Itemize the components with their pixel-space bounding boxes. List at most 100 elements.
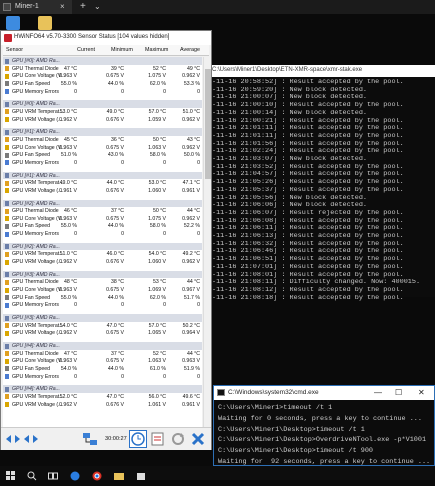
gpu-icon: [5, 173, 9, 179]
windows-icon[interactable]: [6, 468, 16, 480]
sensor-row[interactable]: GPU Memory Errors 0 0 0 0: [3, 159, 202, 167]
current-value: 0.963 V: [59, 358, 77, 365]
tab-close-button[interactable]: ×: [60, 2, 65, 11]
edge-icon[interactable]: [70, 468, 80, 481]
voltage-icon: [5, 287, 9, 293]
sensor-row[interactable]: GPU Core Voltage (V... 0.963 V 0.675 V 1.06…: [3, 357, 202, 365]
sensor-row[interactable]: GPU Fan Speed 54.0 % 44.0 % 61.0 % 51.9 %: [3, 365, 202, 373]
sensor-row[interactable]: GPU VRM Temperat... 51.0 °C 46.0 °C 54.0 °C…: [3, 250, 202, 258]
minimize-button[interactable]: —: [374, 388, 382, 397]
sensor-row[interactable]: GPU Memory Errors 0 0 0 0: [3, 88, 202, 96]
current-value: 0: [74, 88, 77, 95]
store-icon[interactable]: [136, 468, 146, 480]
network-icon[interactable]: [81, 430, 99, 448]
sensor-row[interactable]: GPU VRM Temperat... 49.0 °C 44.0 °C 53.0 °C…: [3, 179, 202, 187]
memory-icon: [5, 302, 9, 308]
sensor-row[interactable]: GPU Thermal Diode 47 °C 39 °C 52 °C 49 °C: [3, 65, 202, 73]
voltage-icon: [5, 188, 9, 194]
current-value: 0.962 V: [59, 330, 77, 337]
sensor-row[interactable]: GPU Core Voltage (V... 0.963 V 0.675 V 1.07…: [3, 215, 202, 223]
sensor-row[interactable]: GPU Fan Speed 51.0 % 43.0 % 58.0 % 50.0 %: [3, 151, 202, 159]
tab-menu-button[interactable]: ⌄: [94, 2, 101, 11]
col-sensor[interactable]: Sensor: [6, 47, 23, 53]
maximize-button[interactable]: ☐: [395, 388, 402, 397]
minimum-value: 38 °C: [110, 279, 124, 286]
sensor-row[interactable]: GPU VRM Voltage (... 0.962 V 0.676 V 1.060 …: [3, 258, 202, 266]
sensor-group-row[interactable]: GPU [#1]: AMD Ra...: [3, 128, 202, 136]
sensor-table[interactable]: GPU [#0]: AMD Ra... GPU Thermal Diode 47 °…: [3, 57, 202, 427]
sensor-row[interactable]: GPU VRM Temperat... 53.0 °C 49.0 °C 57.0 °C…: [3, 108, 202, 116]
minimum-value: 43.0 %: [107, 152, 124, 159]
sensor-row[interactable]: GPU Fan Speed 55.0 % 44.0 % 62.0 % 51.7 %: [3, 294, 202, 302]
sensor-group-row[interactable]: GPU [#2]: AMD Ra...: [3, 242, 202, 251]
average-value: 49.2 °C: [182, 251, 200, 258]
sensor-group-row[interactable]: GPU [#4]: AMD Ra...: [3, 342, 202, 350]
sensor-group-row[interactable]: GPU [#4]: AMD Ra...: [3, 385, 202, 393]
sensor-group-row[interactable]: GPU [#0]: AMD Ra...: [3, 57, 202, 65]
sensor-row[interactable]: GPU Fan Speed 55.0 % 44.0 % 58.0 % 52.2 %: [3, 222, 202, 230]
average-value: 0.962 V: [182, 116, 200, 123]
sensor-row[interactable]: GPU VRM Voltage (... 0.962 V 0.676 V 1.061 …: [3, 401, 202, 409]
maximum-value: 1.061 V: [148, 401, 166, 408]
cmd-window[interactable]: C:\Windows\system32\cmd.exe — ☐ ✕ C:\Use…: [213, 385, 435, 466]
browser-tab-strip: Miner-1 × + ⌄: [0, 0, 435, 14]
average-value: 51.7 %: [183, 294, 200, 301]
desktop-shortcut-icon[interactable]: [6, 16, 20, 30]
close-sensors-icon[interactable]: [189, 430, 207, 448]
tab-miner-1[interactable]: Miner-1 ×: [0, 0, 72, 14]
sensor-row[interactable]: GPU VRM Voltage (... 0.962 V 0.675 V 1.065 …: [3, 329, 202, 337]
sensor-row[interactable]: GPU Core Voltage (V... 0.963 V 0.675 V 1.06…: [3, 286, 202, 294]
miner-console-window[interactable]: C:\Users\Miner1\Desktop\ETN-XMR-space\xm…: [210, 65, 435, 301]
thermometer-icon: [5, 279, 9, 285]
folder-icon[interactable]: [38, 16, 52, 30]
miner-log-line: -11-16 21:03:07] : New block detected.: [212, 156, 367, 164]
task-view-icon[interactable]: [48, 468, 58, 480]
search-icon[interactable]: [27, 468, 37, 481]
col-minimum[interactable]: Minimum: [111, 47, 133, 53]
close-button[interactable]: ✕: [418, 388, 425, 397]
current-value: 46 °C: [63, 208, 77, 215]
voltage-icon: [5, 145, 9, 151]
chrome-icon[interactable]: [92, 468, 102, 481]
sensor-row[interactable]: GPU Core Voltage (V... 0.963 V 0.675 V 1.06…: [3, 144, 202, 152]
log-icon[interactable]: [149, 430, 167, 448]
col-maximum[interactable]: Maximum: [145, 47, 168, 53]
average-value: 51.0 °C: [182, 108, 200, 115]
gpu-icon: [5, 201, 9, 206]
sensor-row[interactable]: GPU Fan Speed 55.0 % 44.0 % 62.0 % 53.3 %: [3, 80, 202, 88]
new-tab-button[interactable]: +: [80, 1, 86, 12]
nav-arrows-icon[interactable]: [4, 430, 38, 448]
clock-icon[interactable]: [129, 430, 147, 448]
scrollbar-thumb[interactable]: [205, 69, 211, 179]
sensor-table-scrollbar[interactable]: [203, 57, 211, 427]
col-current[interactable]: Current: [77, 47, 95, 53]
sensor-row[interactable]: GPU Thermal Diode 45 °C 36 °C 50 °C 43 °C: [3, 136, 202, 144]
sensor-row[interactable]: GPU VRM Temperat... 52.0 °C 47.0 °C 56.0 °C…: [3, 393, 202, 401]
average-value: 44 °C: [186, 279, 200, 286]
sensor-group-row[interactable]: GPU [#1]: AMD Ra...: [3, 171, 202, 180]
sensor-group-row[interactable]: GPU [#0]: AMD Ra...: [3, 100, 202, 108]
sensor-row[interactable]: GPU Memory Errors 0 0 0 0: [3, 373, 202, 381]
folder-icon[interactable]: [114, 468, 124, 480]
sensor-row[interactable]: GPU Thermal Diode 47 °C 37 °C 52 °C 44 °C: [3, 350, 202, 358]
sensor-group-row[interactable]: GPU [#3]: AMD Ra...: [3, 314, 202, 322]
current-value: 52.0 °C: [59, 393, 77, 400]
reset-icon[interactable]: [169, 430, 187, 448]
sensor-row[interactable]: GPU Memory Errors 0 0 0 0: [3, 230, 202, 238]
sensor-group-row[interactable]: GPU [#3]: AMD Ra...: [3, 270, 202, 279]
sensor-row[interactable]: GPU VRM Voltage (... 0.962 V 0.676 V 1.059 …: [3, 116, 202, 124]
current-value: 0.962 V: [59, 401, 77, 408]
sensor-row[interactable]: GPU Memory Errors 0 0 0 0: [3, 301, 202, 309]
voltage-icon: [5, 73, 9, 79]
sensor-row[interactable]: GPU Core Voltage (V... 0.963 V 0.675 V 1.07…: [3, 72, 202, 80]
minimum-value: 0.675 V: [106, 330, 124, 337]
sensor-row[interactable]: GPU VRM Voltage (... 0.961 V 0.676 V 1.060 …: [3, 187, 202, 195]
sensor-row[interactable]: GPU Thermal Diode 48 °C 38 °C 53 °C 44 °C: [3, 278, 202, 286]
sensor-label: GPU Memory Errors: [12, 159, 59, 166]
maximum-value: 52 °C: [152, 350, 166, 357]
hwinfo-window[interactable]: HWiNFO64 v5.70-3300 Sensor Status [104 v…: [0, 30, 212, 450]
sensor-group-row[interactable]: GPU [#2]: AMD Ra...: [3, 199, 202, 208]
sensor-row[interactable]: GPU VRM Temperat... 54.0 °C 47.0 °C 57.0 °C…: [3, 322, 202, 330]
sensor-row[interactable]: GPU Thermal Diode 46 °C 37 °C 50 °C 44 °C: [3, 207, 202, 215]
col-average[interactable]: Average: [180, 47, 200, 53]
